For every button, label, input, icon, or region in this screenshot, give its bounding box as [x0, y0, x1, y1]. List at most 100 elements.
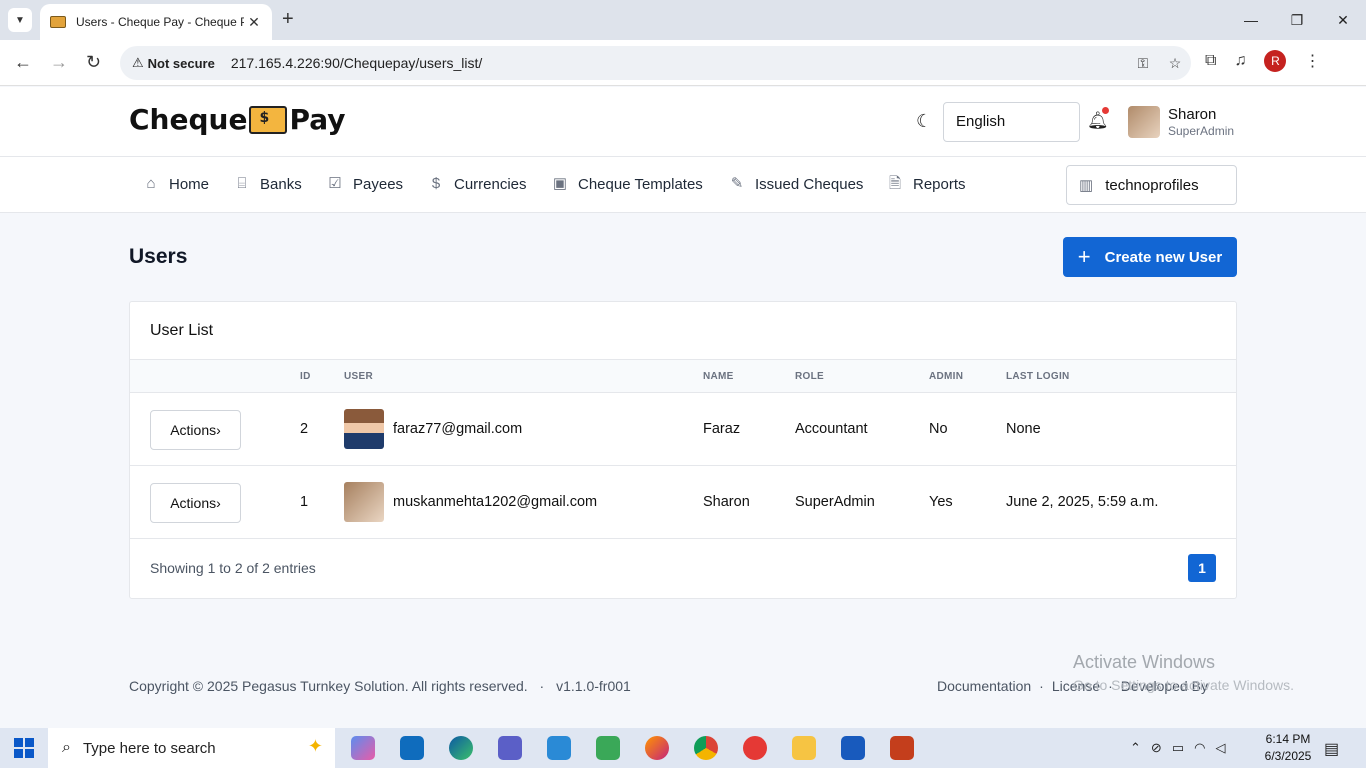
browser-toolbar: ← → ↻ ⚠ Not secure 217.165.4.226:90/Cheq…	[0, 40, 1366, 86]
chevron-right-icon: ›	[216, 495, 221, 511]
address-bar[interactable]: ⚠ Not secure 217.165.4.226:90/Chequepay/…	[120, 46, 1191, 80]
app-header: Cheque Pay ☾ English 🔔︎ Sharon SuperAdmi…	[0, 87, 1366, 157]
chevron-up-icon[interactable]: ⌃	[1130, 740, 1141, 756]
bookmark-star-icon[interactable]: ☆	[1159, 55, 1191, 72]
dollar-icon: $	[431, 175, 441, 192]
cell-id: 1	[300, 494, 309, 510]
bank-icon: ⌸	[237, 175, 247, 192]
url-text[interactable]: 217.165.4.226:90/Chequepay/users_list/	[231, 55, 1127, 71]
profile-avatar[interactable]: R	[1264, 50, 1287, 72]
actions-button[interactable]: Actions ›	[150, 483, 241, 523]
col-admin[interactable]: ADMIN	[929, 371, 963, 382]
notification-center-icon[interactable]: ▤	[1324, 739, 1339, 759]
cell-role: SuperAdmin	[795, 494, 875, 510]
notification-bell-icon[interactable]: 🔔︎	[1087, 111, 1109, 131]
taskbar-clock[interactable]: 6:14 PM 6/3/2025	[1258, 731, 1318, 765]
chrome-icon[interactable]	[694, 736, 718, 760]
restore-button[interactable]: ❐	[1274, 0, 1320, 40]
user-avatar-image	[344, 482, 384, 522]
nav-cheque-templates[interactable]: ▣ Cheque Templates	[551, 175, 703, 193]
security-label[interactable]: Not secure	[148, 56, 215, 71]
pen-icon: ✎	[730, 175, 744, 192]
network-icon[interactable]: ⊘	[1151, 740, 1162, 756]
sparkle-icon: ✦	[307, 736, 323, 756]
cell-last-login: None	[1006, 421, 1041, 437]
col-id[interactable]: ID	[300, 371, 311, 382]
browser-tab[interactable]: Users - Cheque Pay - Cheque P ✕	[40, 4, 272, 40]
outlook-icon[interactable]	[400, 736, 424, 760]
user-role: SuperAdmin	[1168, 124, 1235, 138]
user-avatar[interactable]	[1128, 106, 1160, 138]
word-icon[interactable]	[841, 736, 865, 760]
actions-label: Actions	[170, 495, 217, 511]
dark-mode-icon[interactable]: ☾	[916, 111, 932, 132]
cell-name: Sharon	[703, 494, 750, 510]
col-last-login[interactable]: LAST LOGIN	[1006, 371, 1070, 382]
volume-icon[interactable]: ◁	[1215, 740, 1225, 756]
create-user-button[interactable]: + Create new User	[1063, 237, 1237, 277]
chequepay-logo[interactable]: Cheque Pay	[129, 103, 346, 136]
col-name[interactable]: NAME	[703, 371, 734, 382]
col-role[interactable]: ROLE	[795, 371, 824, 382]
reload-button[interactable]: ↻	[86, 52, 101, 73]
nav-issued-cheques-label: Issued Cheques	[755, 175, 864, 193]
table-header: ID USER NAME ROLE ADMIN LAST LOGIN	[130, 359, 1236, 393]
col-user[interactable]: USER	[344, 371, 373, 382]
warning-icon[interactable]: ⚠	[132, 55, 144, 71]
app-icon[interactable]	[596, 736, 620, 760]
nav-currencies[interactable]: $ Currencies	[427, 175, 527, 193]
tab-search-button[interactable]: ▼	[8, 8, 32, 32]
nav-payees[interactable]: ☑ Payees	[326, 175, 403, 193]
back-button[interactable]: ←	[14, 52, 32, 73]
nav-reports[interactable]: 🗎︎ Reports	[886, 175, 966, 193]
forward-button[interactable]: →	[50, 52, 68, 73]
teams-icon[interactable]	[498, 736, 522, 760]
template-icon: ▣	[552, 175, 568, 192]
payee-icon: ☑	[328, 175, 342, 192]
firefox-icon[interactable]	[645, 736, 669, 760]
tenant-selector[interactable]: ▥ technoprofiles	[1066, 165, 1237, 205]
battery-icon[interactable]: ▭	[1172, 740, 1184, 756]
entries-info: Showing 1 to 2 of 2 entries	[150, 560, 316, 576]
logo-text-right: Pay	[289, 103, 346, 136]
edge-icon[interactable]	[449, 736, 473, 760]
nav-issued-cheques[interactable]: ✎ Issued Cheques	[728, 175, 864, 193]
youtube-music-icon[interactable]	[743, 736, 767, 760]
clock-time: 6:14 PM	[1265, 732, 1311, 746]
windows-start-icon[interactable]	[14, 738, 34, 758]
nav-home[interactable]: ⌂ Home	[142, 175, 209, 193]
minimize-button[interactable]: —	[1228, 0, 1274, 40]
new-tab-button[interactable]: +	[282, 8, 294, 31]
cell-admin: Yes	[929, 494, 953, 510]
system-tray: ⌃ ⊘ ▭ ◠ ◁	[1130, 728, 1225, 768]
nav-banks[interactable]: ⌸ Banks	[233, 175, 302, 193]
taskbar-search[interactable]: ⌕ Type here to search ✦	[48, 728, 335, 768]
documentation-link[interactable]: Documentation	[937, 678, 1031, 694]
file-explorer-icon[interactable]	[792, 736, 816, 760]
actions-button[interactable]: Actions ›	[150, 410, 241, 450]
nav-payees-label: Payees	[353, 175, 404, 193]
browser-menu-icon[interactable]: ⋮	[1304, 51, 1320, 71]
building-icon: ▥	[1079, 177, 1094, 194]
footer-separator: ·	[1039, 678, 1044, 694]
copyright-text: Copyright © 2025 Pegasus Turnkey Solutio…	[129, 678, 528, 694]
cell-user: faraz77@gmail.com	[393, 421, 523, 437]
window-controls: — ❐ ✕	[1228, 0, 1366, 40]
media-control-icon[interactable]: ♫	[1234, 52, 1246, 70]
clock-date: 6/3/2025	[1264, 749, 1312, 763]
vscode-icon[interactable]	[547, 736, 571, 760]
pagination-page-button[interactable]: 1	[1188, 554, 1216, 582]
table-row: Actions › 1 muskanmehta1202@gmail.com Sha…	[130, 466, 1236, 539]
language-select[interactable]: English	[943, 102, 1080, 142]
cell-last-login: June 2, 2025, 5:59 a.m.	[1006, 494, 1159, 510]
extensions-icon[interactable]: ⧉	[1205, 52, 1216, 70]
cell-admin: No	[929, 421, 948, 437]
user-name[interactable]: Sharon	[1168, 106, 1216, 123]
close-tab-icon[interactable]: ✕	[244, 14, 264, 31]
powerpoint-icon[interactable]	[890, 736, 914, 760]
wifi-icon[interactable]: ◠	[1194, 740, 1205, 756]
close-window-button[interactable]: ✕	[1320, 0, 1366, 40]
copilot-icon[interactable]	[351, 736, 375, 760]
nav-banks-label: Banks	[260, 175, 302, 193]
password-key-icon[interactable]: ⚿	[1127, 55, 1159, 72]
